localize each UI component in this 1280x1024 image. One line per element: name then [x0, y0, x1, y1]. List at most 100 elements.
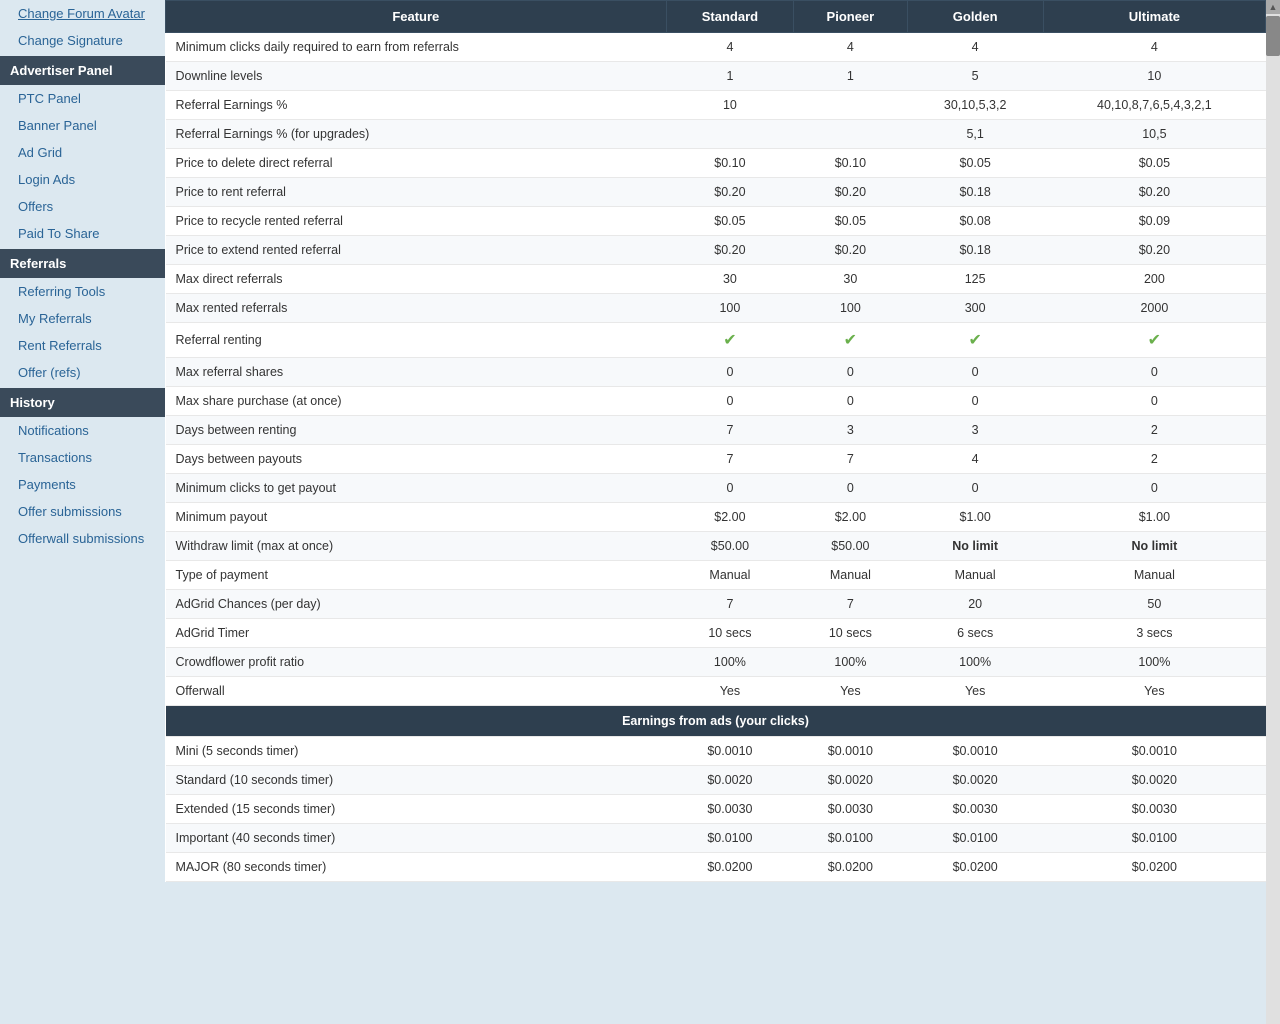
- sidebar-item-banner-panel[interactable]: Banner Panel: [0, 112, 165, 139]
- sidebar-section-history: History: [0, 388, 165, 417]
- table-cell: 2000: [1043, 294, 1265, 323]
- table-cell: $0.0030: [907, 795, 1043, 824]
- table-cell: 0: [666, 358, 794, 387]
- table-cell: 0: [907, 474, 1043, 503]
- table-cell: $0.20: [794, 236, 907, 265]
- table-cell: $0.20: [666, 178, 794, 207]
- table-cell: $0.10: [794, 149, 907, 178]
- scrollbar-up-button[interactable]: ▲: [1266, 0, 1280, 14]
- table-cell: 40,10,8,7,6,5,4,3,2,1: [1043, 91, 1265, 120]
- table-cell: 10 secs: [666, 619, 794, 648]
- sidebar-item-transactions[interactable]: Transactions: [0, 444, 165, 471]
- table-cell-feature: Max rented referrals: [166, 294, 667, 323]
- table-cell: $0.0030: [666, 795, 794, 824]
- table-cell: 5,1: [907, 120, 1043, 149]
- table-row: Price to extend rented referral$0.20$0.2…: [166, 236, 1266, 265]
- table-cell: [666, 120, 794, 149]
- table-cell: Manual: [1043, 561, 1265, 590]
- table-cell-feature: Days between renting: [166, 416, 667, 445]
- table-cell: Manual: [907, 561, 1043, 590]
- table-cell: $0.10: [666, 149, 794, 178]
- sidebar-section-advertiser-panel: Advertiser Panel: [0, 56, 165, 85]
- table-row: Referral Earnings % (for upgrades)5,110,…: [166, 120, 1266, 149]
- table-cell: 7: [794, 445, 907, 474]
- table-cell: 100%: [794, 648, 907, 677]
- table-cell-feature: Minimum clicks to get payout: [166, 474, 667, 503]
- table-cell: $0.0030: [1043, 795, 1265, 824]
- table-cell: ✔: [794, 323, 907, 358]
- table-cell: $0.0010: [1043, 737, 1265, 766]
- table-cell: 100%: [666, 648, 794, 677]
- table-cell: No limit: [907, 532, 1043, 561]
- table-cell: $0.20: [794, 178, 907, 207]
- sidebar-item-notifications[interactable]: Notifications: [0, 417, 165, 444]
- table-cell: ✔: [1043, 323, 1265, 358]
- table-cell-feature: Type of payment: [166, 561, 667, 590]
- table-cell: Yes: [907, 677, 1043, 706]
- table-row: Withdraw limit (max at once)$50.00$50.00…: [166, 532, 1266, 561]
- sidebar-item-referring-tools[interactable]: Referring Tools: [0, 278, 165, 305]
- table-row: Downline levels11510: [166, 62, 1266, 91]
- scrollbar[interactable]: ▲: [1266, 0, 1280, 1024]
- sidebar-item-offer-refs[interactable]: Offer (refs): [0, 359, 165, 386]
- table-cell: $0.0010: [666, 737, 794, 766]
- table-cell: $0.0200: [907, 853, 1043, 882]
- sidebar-item-paid-to-share[interactable]: Paid To Share: [0, 220, 165, 247]
- table-row: Max direct referrals3030125200: [166, 265, 1266, 294]
- table-cell: 7: [666, 590, 794, 619]
- table-cell: 0: [1043, 358, 1265, 387]
- table-cell: $1.00: [1043, 503, 1265, 532]
- table-cell: 0: [794, 358, 907, 387]
- table-cell: [794, 120, 907, 149]
- table-cell: 1: [794, 62, 907, 91]
- sidebar-item-change-signature[interactable]: Change Signature: [0, 27, 165, 54]
- table-cell: ✔: [907, 323, 1043, 358]
- table-cell: 4: [794, 33, 907, 62]
- table-row: Price to delete direct referral$0.10$0.1…: [166, 149, 1266, 178]
- sidebar-item-offer-submissions[interactable]: Offer submissions: [0, 498, 165, 525]
- table-cell: $1.00: [907, 503, 1043, 532]
- table-cell: $0.0200: [794, 853, 907, 882]
- table-cell-feature: AdGrid Chances (per day): [166, 590, 667, 619]
- table-cell-feature: Max direct referrals: [166, 265, 667, 294]
- table-cell-feature: Minimum payout: [166, 503, 667, 532]
- table-cell: 30: [794, 265, 907, 294]
- sidebar-item-change-forum-avatar[interactable]: Change Forum Avatar: [0, 0, 165, 27]
- table-row: Minimum clicks to get payout0000: [166, 474, 1266, 503]
- table-cell: 10,5: [1043, 120, 1265, 149]
- scrollbar-thumb[interactable]: [1266, 16, 1280, 56]
- table-cell: [794, 91, 907, 120]
- sidebar-item-login-ads[interactable]: Login Ads: [0, 166, 165, 193]
- table-cell: 20: [907, 590, 1043, 619]
- table-cell: 100%: [1043, 648, 1265, 677]
- table-cell: 10 secs: [794, 619, 907, 648]
- table-cell: $0.18: [907, 178, 1043, 207]
- table-row: Days between payouts7742: [166, 445, 1266, 474]
- table-row: Max referral shares0000: [166, 358, 1266, 387]
- table-cell: 7: [666, 445, 794, 474]
- table-cell-feature: Referral renting: [166, 323, 667, 358]
- col-header-pioneer: Pioneer: [794, 1, 907, 33]
- table-cell: $0.05: [907, 149, 1043, 178]
- sidebar-item-payments[interactable]: Payments: [0, 471, 165, 498]
- table-cell: No limit: [1043, 532, 1265, 561]
- table-cell: ✔: [666, 323, 794, 358]
- sidebar-item-ptc-panel[interactable]: PTC Panel: [0, 85, 165, 112]
- sidebar-item-rent-referrals[interactable]: Rent Referrals: [0, 332, 165, 359]
- table-cell: 0: [794, 474, 907, 503]
- table-cell: $0.0030: [794, 795, 907, 824]
- sidebar-item-my-referrals[interactable]: My Referrals: [0, 305, 165, 332]
- table-cell-feature: Downline levels: [166, 62, 667, 91]
- table-cell: 5: [907, 62, 1043, 91]
- table-cell: $2.00: [666, 503, 794, 532]
- table-cell-feature: Price to rent referral: [166, 178, 667, 207]
- sidebar-item-ad-grid[interactable]: Ad Grid: [0, 139, 165, 166]
- table-cell: $2.00: [794, 503, 907, 532]
- check-icon: ✔: [844, 332, 857, 349]
- col-header-golden: Golden: [907, 1, 1043, 33]
- sidebar-item-offers[interactable]: Offers: [0, 193, 165, 220]
- table-cell-feature: Referral Earnings %: [166, 91, 667, 120]
- check-icon: ✔: [723, 332, 736, 349]
- sidebar-item-offerwall-submissions[interactable]: Offerwall submissions: [0, 525, 165, 552]
- earnings-section-header-row: Earnings from ads (your clicks): [166, 706, 1266, 737]
